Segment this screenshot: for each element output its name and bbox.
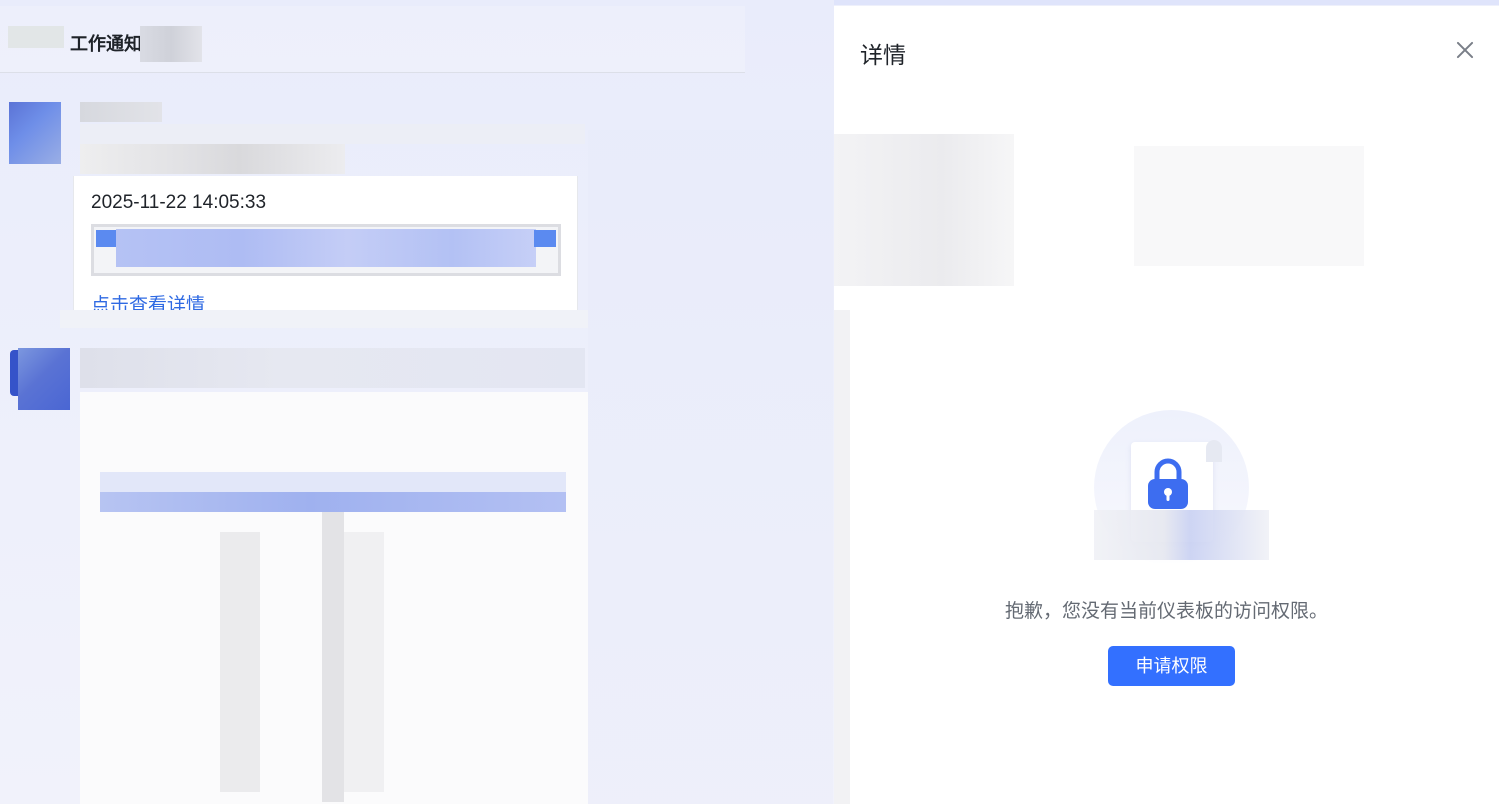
illustration-redaction <box>1094 510 1269 560</box>
document-fold <box>1206 440 1222 462</box>
pane-divider-blur <box>588 130 833 804</box>
table-column-redaction <box>220 532 260 792</box>
chat-title-redaction <box>140 26 202 62</box>
dashboard-redaction <box>1134 146 1364 266</box>
preview-redaction <box>116 229 536 267</box>
table-column-redaction <box>344 532 384 792</box>
table-header-redaction <box>100 492 566 512</box>
dashboard-redaction <box>834 310 850 804</box>
drawer-title: 详情 <box>860 42 906 68</box>
preview-header-cell <box>534 230 556 247</box>
request-permission-button[interactable]: 申请权限 <box>1108 646 1235 686</box>
lock-icon <box>1148 458 1188 509</box>
redacted-text <box>60 310 588 328</box>
redacted-text <box>80 124 585 144</box>
preview-header-cell <box>96 230 118 247</box>
permission-denied-message: 抱歉，您没有当前仪表板的访问权限。 <box>1004 601 1328 622</box>
chat-avatar <box>8 26 64 48</box>
report-preview-document[interactable] <box>80 392 588 804</box>
chat-header: 工作通知 <box>0 6 745 73</box>
sender-name-redaction <box>80 102 162 122</box>
detail-drawer: 详情 抱歉，您没有当前仪表板的访问权限。 申请权限 <box>834 6 1499 804</box>
dashboard-redaction <box>834 134 1014 286</box>
table-column-redaction <box>322 512 344 802</box>
close-icon[interactable] <box>1453 38 1477 62</box>
chat-title: 工作通知 <box>70 34 142 54</box>
no-permission-illustration <box>1094 410 1269 565</box>
chat-pane: 工作通知 2025-11-22 14:05:33 点击查看详情 <box>0 0 834 804</box>
message-time: 2025-11-22 14:05:33 <box>91 192 267 213</box>
table-header-redaction <box>100 472 566 492</box>
report-preview-image[interactable] <box>91 224 561 276</box>
sender-name-redaction <box>80 348 585 388</box>
sender-avatar[interactable] <box>18 348 70 410</box>
selected-indicator <box>10 350 18 396</box>
notification-card[interactable]: 2025-11-22 14:05:33 点击查看详情 <box>73 176 578 316</box>
redacted-text <box>80 144 345 174</box>
sender-avatar[interactable] <box>9 102 61 164</box>
